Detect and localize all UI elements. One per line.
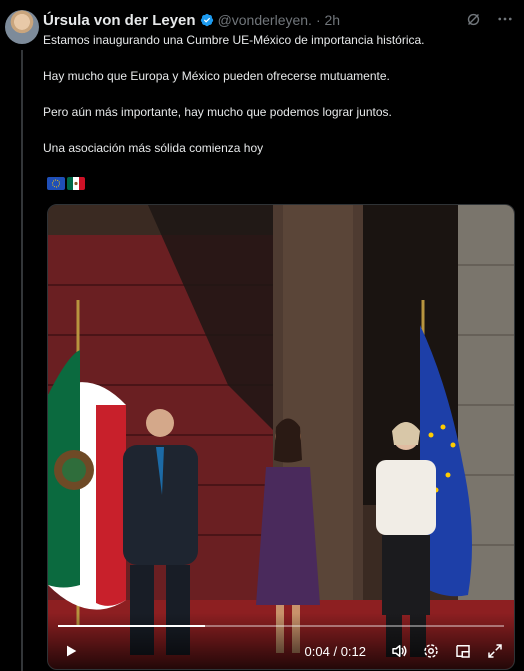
video-player[interactable]: 0:04 / 0:12 [47,204,515,670]
mexico-flag-icon [67,177,85,190]
video-controls: 0:04 / 0:12 [48,613,514,669]
post-text-line: Hay mucho que Europa y México pueden ofr… [43,69,390,83]
author-name[interactable]: Úrsula von der Leyen [43,12,196,29]
post-text-line: Una asociación más sólida comienza hoy [43,141,264,155]
post-time[interactable]: · 2h [316,12,340,28]
video-progress-bar[interactable] [58,625,504,627]
post-text: Estamos inaugurando una Cumbre UE-México… [43,33,503,155]
video-current-time: 0:04 [304,643,330,659]
thread-line [21,50,23,671]
verified-badge-icon [200,13,214,27]
post-header: Úrsula von der Leyen @vonderleyen. · 2h [43,11,340,29]
picture-in-picture-icon[interactable] [454,642,472,660]
play-icon[interactable] [62,642,80,660]
grok-icon[interactable] [464,10,482,28]
more-icon[interactable] [496,10,514,28]
post-text-line: Estamos inaugurando una Cumbre UE-México… [43,33,425,47]
flag-emojis [47,177,85,190]
fullscreen-icon[interactable] [486,642,504,660]
eu-flag-icon [47,177,65,190]
author-handle[interactable]: @vonderleyen. [218,12,312,28]
video-frame [48,205,514,669]
volume-icon[interactable] [390,642,408,660]
author-avatar[interactable] [5,10,39,44]
settings-gear-icon[interactable] [422,642,440,660]
video-progress-fill [58,625,206,627]
video-time: 0:04 / 0:12 [305,644,367,659]
video-duration: 0:12 [340,643,366,659]
video-time-separator: / [333,643,338,659]
post-text-line: Pero aún más importante, hay mucho que p… [43,105,392,119]
